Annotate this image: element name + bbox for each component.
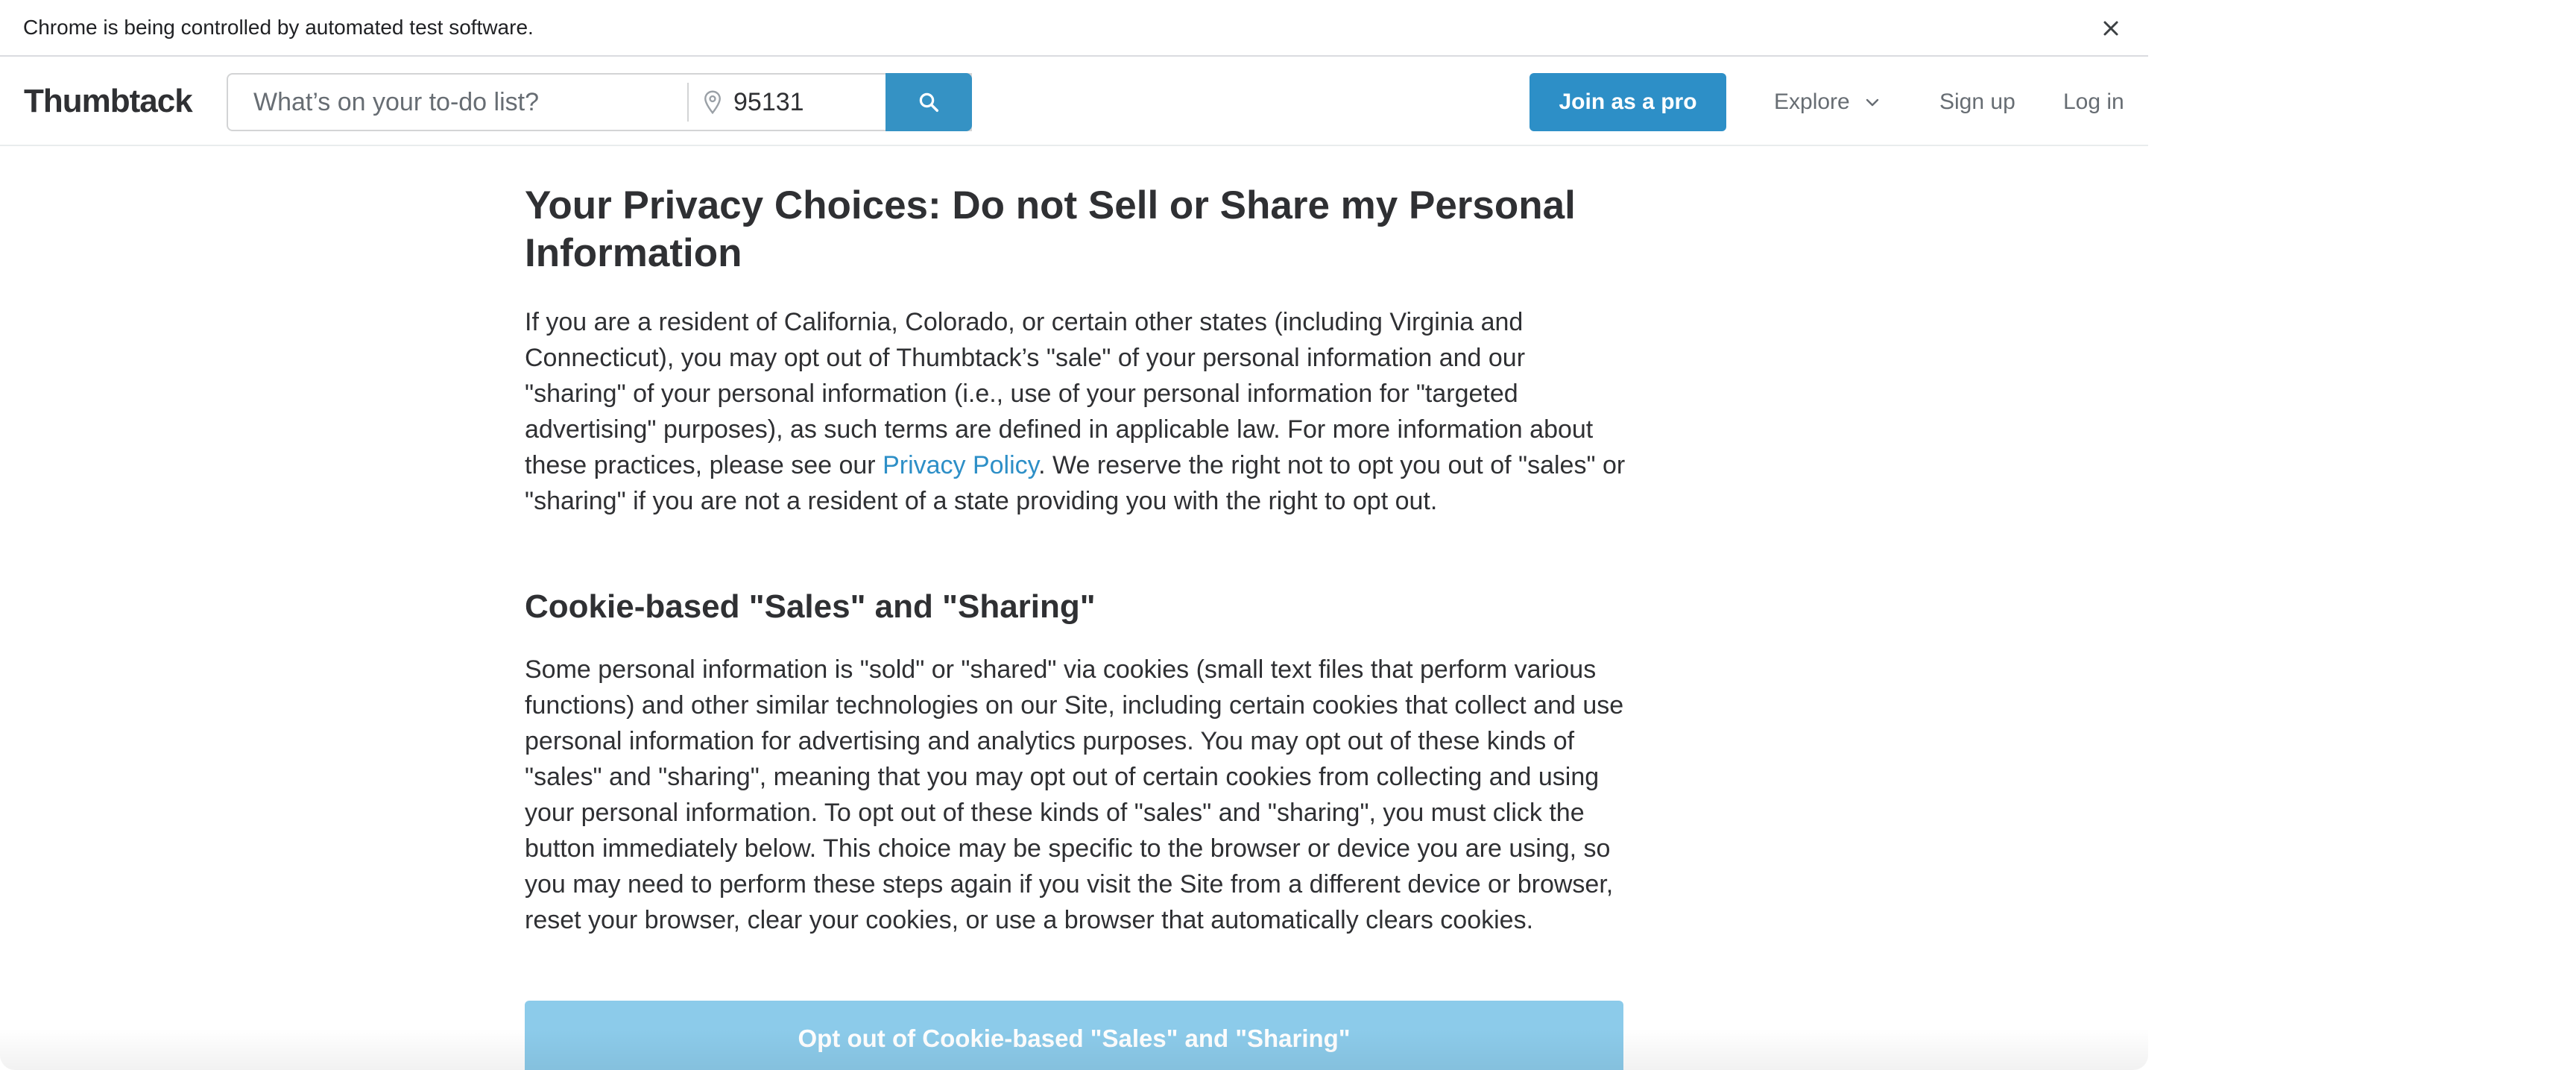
close-icon[interactable] xyxy=(2093,10,2129,46)
section-title: Cookie-based "Sales" and "Sharing" xyxy=(525,588,1096,625)
automation-infobar: Chrome is being controlled by automated … xyxy=(0,0,2148,57)
cookie-paragraph: Some personal information is "sold" or "… xyxy=(525,655,1624,934)
explore-menu[interactable]: Explore xyxy=(1774,73,1881,131)
join-as-pro-button[interactable]: Join as a pro xyxy=(1530,73,1726,131)
thumbtack-logo[interactable]: Thumbtack xyxy=(24,81,193,122)
log-in-link[interactable]: Log in xyxy=(2063,73,2124,131)
chevron-down-icon xyxy=(1866,98,1878,107)
privacy-policy-link[interactable]: Privacy Policy xyxy=(883,451,1038,479)
explore-label: Explore xyxy=(1774,89,1850,114)
zip-input[interactable] xyxy=(732,86,884,118)
search-input[interactable] xyxy=(228,75,687,129)
search-bar xyxy=(227,73,972,131)
intro-paragraph: If you are a resident of California, Col… xyxy=(525,304,1626,519)
infobar-message: Chrome is being controlled by automated … xyxy=(23,16,534,39)
page-title: Your Privacy Choices: Do not Sell or Sha… xyxy=(525,183,1576,275)
sign-up-link[interactable]: Sign up xyxy=(1939,73,2015,131)
search-icon xyxy=(919,92,938,112)
opt-out-button[interactable]: Opt out of Cookie-based "Sales" and "Sha… xyxy=(525,1001,1623,1070)
privacy-content: Your Privacy Choices: Do not Sell or Sha… xyxy=(525,182,1626,938)
location-pin-icon xyxy=(704,90,721,115)
site-header: Thumbtack Join as a pro Explore xyxy=(0,58,2148,146)
search-button[interactable] xyxy=(886,73,972,131)
browser-viewport: Chrome is being controlled by automated … xyxy=(0,0,2148,1070)
